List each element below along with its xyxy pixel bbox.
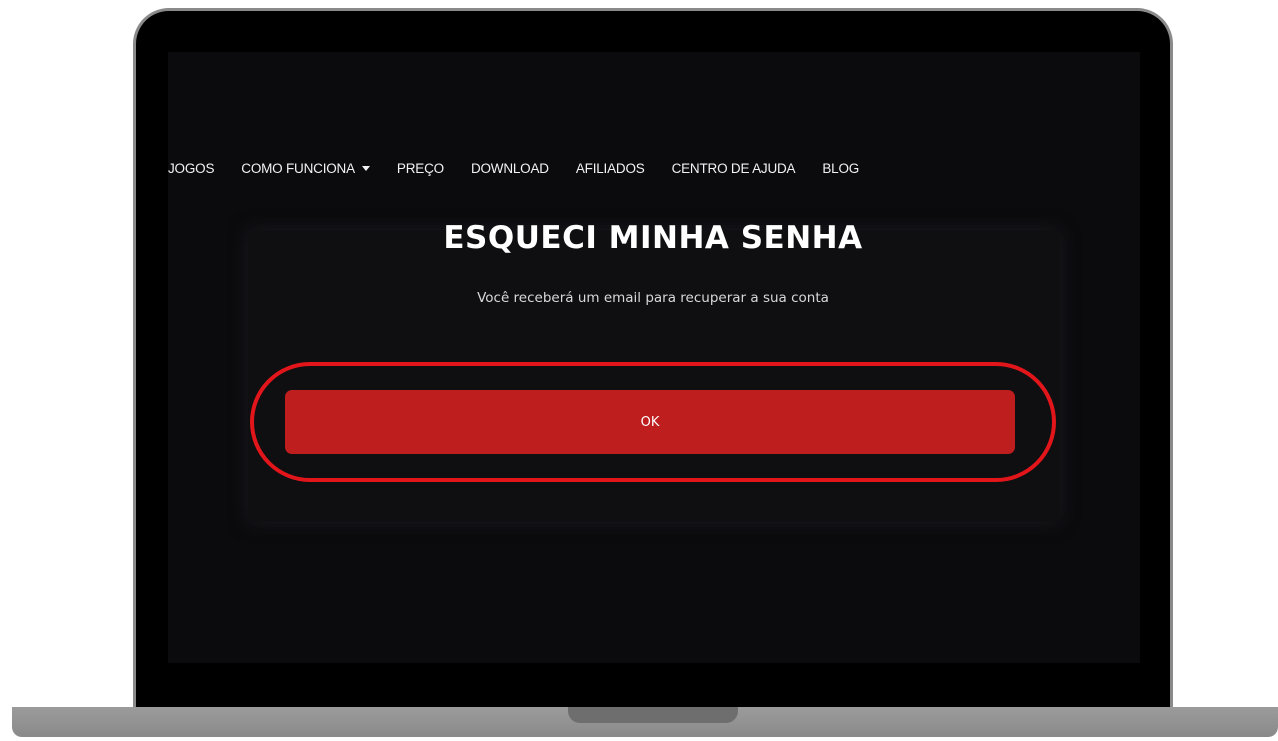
laptop-mockup: JOGOS COMO FUNCIONA PREÇO DOWNLOAD AFILI… [0,0,1278,741]
dialog-title: ESQUECI MINHA SENHA [443,220,863,256]
nav-item-blog[interactable]: BLOG [822,161,859,176]
ok-button-label: OK [640,414,660,430]
nav-item-label: CENTRO DE AJUDA [671,160,796,176]
top-nav: JOGOS COMO FUNCIONA PREÇO DOWNLOAD AFILI… [168,156,886,180]
laptop-screen: JOGOS COMO FUNCIONA PREÇO DOWNLOAD AFILI… [168,52,1140,663]
nav-item-jogos[interactable]: JOGOS [168,161,214,176]
nav-item-centro-de-ajuda[interactable]: CENTRO DE AJUDA [672,161,796,176]
nav-item-como-funciona[interactable]: COMO FUNCIONA [241,161,370,176]
nav-item-preco[interactable]: PREÇO [397,161,444,176]
dialog-subtitle: Você receberá um email para recuperar a … [477,290,829,306]
caret-down-icon [361,166,370,171]
forgot-password-card [248,230,1060,522]
nav-item-afiliados[interactable]: AFILIADOS [576,161,645,176]
nav-item-label: AFILIADOS [575,160,645,176]
nav-item-label: COMO FUNCIONA [241,160,355,176]
nav-item-label: PREÇO [396,160,444,176]
nav-item-label: BLOG [822,160,860,176]
nav-item-download[interactable]: DOWNLOAD [471,161,549,176]
laptop-base-notch [568,707,738,723]
ok-button[interactable]: OK [285,390,1015,454]
nav-item-label: DOWNLOAD [470,160,549,176]
nav-item-label: JOGOS [168,160,215,176]
